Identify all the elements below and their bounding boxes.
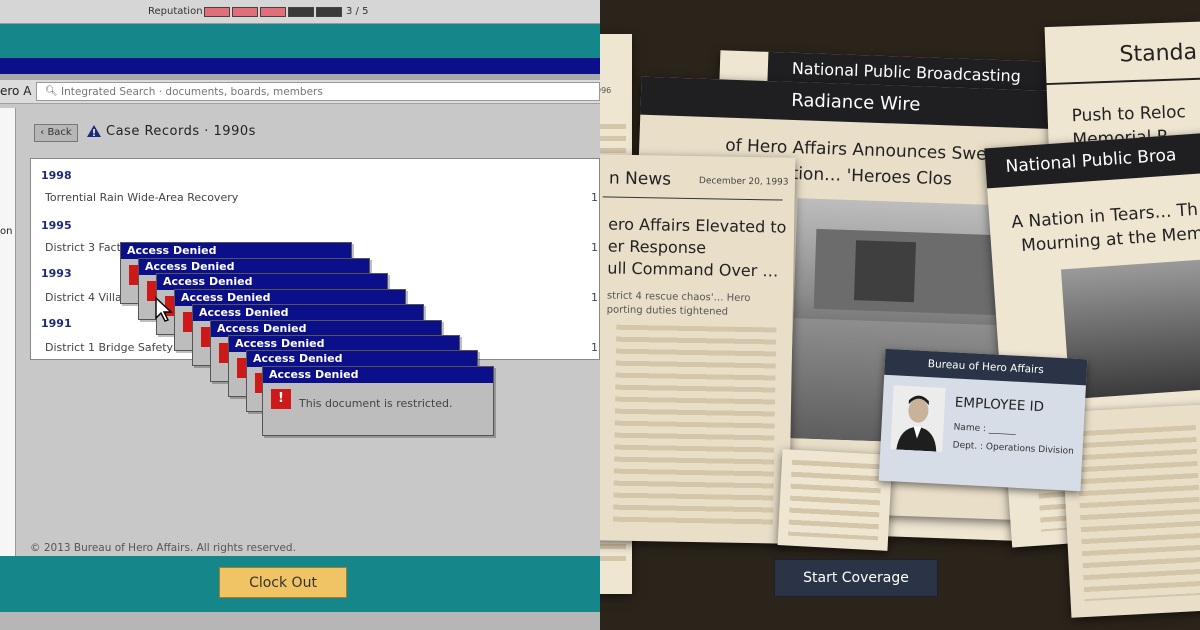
start-coverage-button[interactable]: Start Coverage: [774, 559, 938, 597]
reputation-segment: [204, 7, 230, 17]
paper-text-lines: [612, 324, 777, 528]
search-box[interactable]: 🔍︎: [36, 82, 600, 101]
search-input[interactable]: [61, 86, 581, 98]
side-panel-label: on: [0, 226, 13, 237]
paper-date: 996: [600, 86, 612, 95]
search-row: ero A 🔍︎: [0, 80, 600, 104]
back-button[interactable]: ‹ Back: [34, 124, 78, 142]
office-computer-screen: Reputation 3 / 5 ero A 🔍︎ on ‹ Back Case…: [0, 0, 600, 630]
employee-portrait-icon: [890, 385, 946, 452]
newspaper-masthead: Standa: [1119, 39, 1198, 68]
id-card-dept-line: Dept. : Operations Division: [952, 440, 1075, 457]
headline-line: ull Command Over …: [607, 258, 779, 281]
reputation-segment: [260, 7, 286, 17]
id-photo: [890, 385, 946, 452]
clock-out-button[interactable]: Clock Out: [219, 567, 347, 598]
record-link[interactable]: Torrential Rain Wide-Area Recovery: [45, 191, 238, 204]
error-icon: !: [271, 389, 291, 409]
newspaper-news[interactable]: n News December 20, 1993 ero Affairs Ele…: [600, 154, 796, 544]
copyright-notice: © 2013 Bureau of Hero Affairs. All right…: [30, 542, 296, 554]
dialog-title: Access Denied: [157, 274, 387, 290]
side-panel: [0, 108, 16, 556]
id-card-title: EMPLOYEE ID: [954, 394, 1045, 416]
year-heading: 1991: [41, 317, 72, 330]
reputation-segment: [232, 7, 258, 17]
dialog-message: This document is restricted.: [299, 397, 453, 410]
page-title: Case Records · 1990s: [106, 124, 256, 139]
newspaper-date: December 20, 1993: [698, 176, 789, 188]
dialog-title: Access Denied: [247, 351, 477, 367]
record-link[interactable]: District 4 Villa: [45, 291, 122, 304]
access-denied-dialog-front[interactable]: Access Denied ! This document is restric…: [262, 366, 494, 436]
record-link[interactable]: District 1 Bridge Safety: [45, 341, 173, 354]
headline-line: er Response: [607, 236, 707, 258]
newspaper-masthead: n News: [608, 168, 672, 190]
record-link[interactable]: District 3 Fact: [45, 241, 121, 254]
year-heading: 1993: [41, 267, 72, 280]
monitor-bezel: [0, 612, 600, 630]
headline-line: Push to Reloc: [1071, 102, 1187, 127]
dialog-title: Access Denied: [193, 305, 423, 321]
warning-icon: [87, 125, 101, 137]
search-icon: 🔍︎: [45, 86, 58, 97]
dialog-title: Access Denied: [263, 367, 493, 383]
record-number: 1: [591, 241, 598, 254]
reputation-segment: [288, 7, 314, 17]
subheadline-line: porting duties tightened: [606, 304, 729, 318]
year-heading: 1998: [41, 169, 72, 182]
record-number: 1: [591, 291, 598, 304]
mouse-cursor-icon: [155, 296, 173, 322]
reputation-segment: [316, 7, 342, 17]
year-heading: 1995: [41, 219, 72, 232]
paper-text-lines: [788, 459, 882, 541]
newspaper-desk: 996 National Public Broadcasting Radianc…: [600, 0, 1200, 630]
record-number: 1: [591, 341, 598, 354]
id-card-name-line: Name : ______: [953, 422, 1017, 436]
reputation-label: Reputation: [148, 6, 203, 17]
header-band: [0, 24, 600, 58]
reputation-count: 3 / 5: [346, 6, 369, 17]
app-title: ero A: [0, 84, 32, 98]
dialog-title: Access Denied: [121, 243, 351, 259]
reputation-bar: Reputation 3 / 5: [0, 0, 600, 24]
subheadline-line: strict 4 rescue chaos'… Hero: [606, 290, 751, 305]
headline-line: ero Affairs Elevated to: [608, 214, 787, 237]
newspaper-fragment: [777, 449, 893, 551]
paper-text-lines: [1075, 425, 1200, 602]
title-strip: [0, 58, 600, 74]
reputation-meter: [204, 7, 342, 17]
employee-id-card[interactable]: Bureau of Hero Affairs EMPLOYEE ID Name …: [878, 348, 1088, 492]
record-number: 1: [591, 191, 598, 204]
